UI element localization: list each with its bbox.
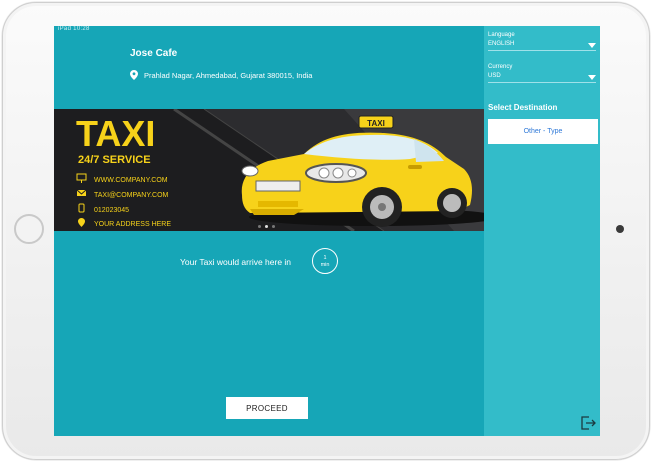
banner-title: TAXI	[76, 113, 155, 154]
arrival-timer: 1 min	[312, 248, 338, 274]
currency-label: Currency	[488, 64, 513, 70]
language-value: ENGLISH	[488, 41, 515, 47]
arrival-unit: min	[320, 262, 330, 268]
contact-address: YOUR ADDRESS HERE	[94, 221, 171, 228]
cafe-address: Prahlad Nagar, Ahmedabad, Gujarat 380015…	[130, 70, 312, 80]
status-bar: iPad 10:28	[58, 26, 90, 32]
chevron-down-icon	[588, 75, 596, 80]
select-destination-heading: Select Destination	[488, 103, 558, 112]
sidebar: Language ENGLISH Currency USD Select Des…	[484, 26, 600, 436]
contact-email: TAXI@COMPANY.COM	[94, 192, 169, 199]
carousel-dot[interactable]	[258, 225, 261, 228]
front-camera	[616, 225, 624, 233]
taxi-banner[interactable]: TAXI 24/7 SERVICE WWW.COMPANY.COM TAXI@C…	[54, 109, 484, 231]
language-label: Language	[488, 32, 515, 38]
home-button[interactable]	[14, 214, 44, 244]
arrival-text: Your Taxi would arrive here in	[180, 257, 292, 267]
contact-website: WWW.COMPANY.COM	[94, 177, 168, 184]
carousel-dot[interactable]	[272, 225, 275, 228]
main-panel: iPad 10:28 Jose Cafe Prahlad Nagar, Ahme…	[54, 26, 484, 436]
location-pin-icon	[130, 70, 138, 80]
carousel-dots	[258, 225, 275, 228]
currency-select[interactable]: USD	[488, 73, 596, 83]
proceed-button[interactable]: PROCEED	[226, 397, 308, 419]
currency-value: USD	[488, 73, 501, 79]
cafe-name: Jose Cafe	[130, 48, 178, 59]
contact-phone: 012023045	[94, 207, 129, 214]
destination-option-other[interactable]: Other - Type	[488, 119, 598, 144]
logout-icon[interactable]	[580, 416, 596, 430]
arrival-value: 1	[323, 255, 327, 261]
taxi-roof-sign: TAXI	[367, 119, 385, 128]
carousel-dot-active[interactable]	[265, 225, 268, 228]
banner-subtitle: 24/7 SERVICE	[78, 154, 151, 166]
language-select[interactable]: ENGLISH	[488, 41, 596, 51]
chevron-down-icon	[588, 43, 596, 48]
app-screen: iPad 10:28 Jose Cafe Prahlad Nagar, Ahme…	[54, 26, 600, 436]
address-text: Prahlad Nagar, Ahmedabad, Gujarat 380015…	[144, 70, 313, 80]
